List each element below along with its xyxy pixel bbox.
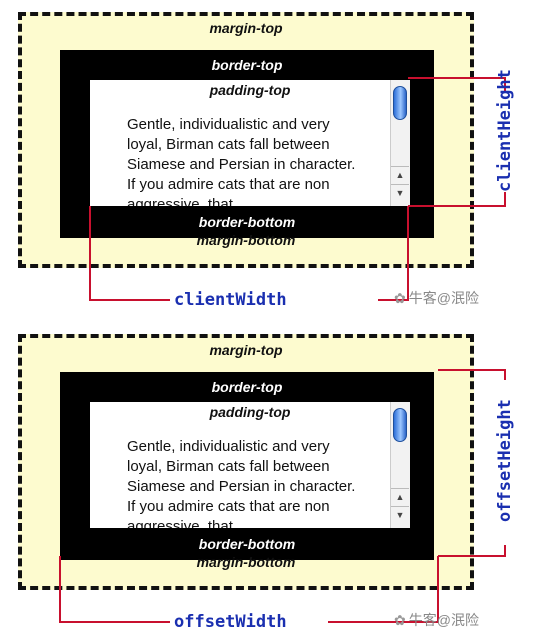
watermark: ✿ 牛客@泯险 — [394, 610, 479, 630]
watermark: ✿ 牛客@泯险 — [394, 288, 479, 308]
offset-height-line-bottom — [438, 545, 506, 557]
watermark-text: 牛客@泯险 — [408, 290, 479, 306]
offset-width-line-left — [59, 556, 170, 623]
offset-height-label: offsetHeight — [495, 399, 515, 522]
offset-width-label: offsetWidth — [172, 612, 289, 632]
offset-measure-lines — [59, 369, 506, 623]
watermark-text: 牛客@泯险 — [408, 612, 479, 628]
paw-icon: ✿ — [394, 290, 406, 306]
client-height-line-top — [408, 77, 506, 95]
offset-height-line-top — [438, 369, 506, 380]
client-width-label: clientWidth — [172, 290, 289, 310]
client-height-line-bottom — [408, 180, 506, 207]
client-height-label: clientHeight — [495, 69, 515, 192]
offset-dimensions-diagram: margin-top border-top padding-top Gentle… — [0, 320, 555, 640]
paw-icon: ✿ — [394, 612, 406, 628]
client-measure-lines — [89, 77, 506, 301]
client-width-line-left — [89, 206, 170, 301]
client-dimensions-diagram: margin-top border-top padding-top Gentle… — [0, 0, 555, 320]
client-width-line-right — [378, 206, 409, 301]
